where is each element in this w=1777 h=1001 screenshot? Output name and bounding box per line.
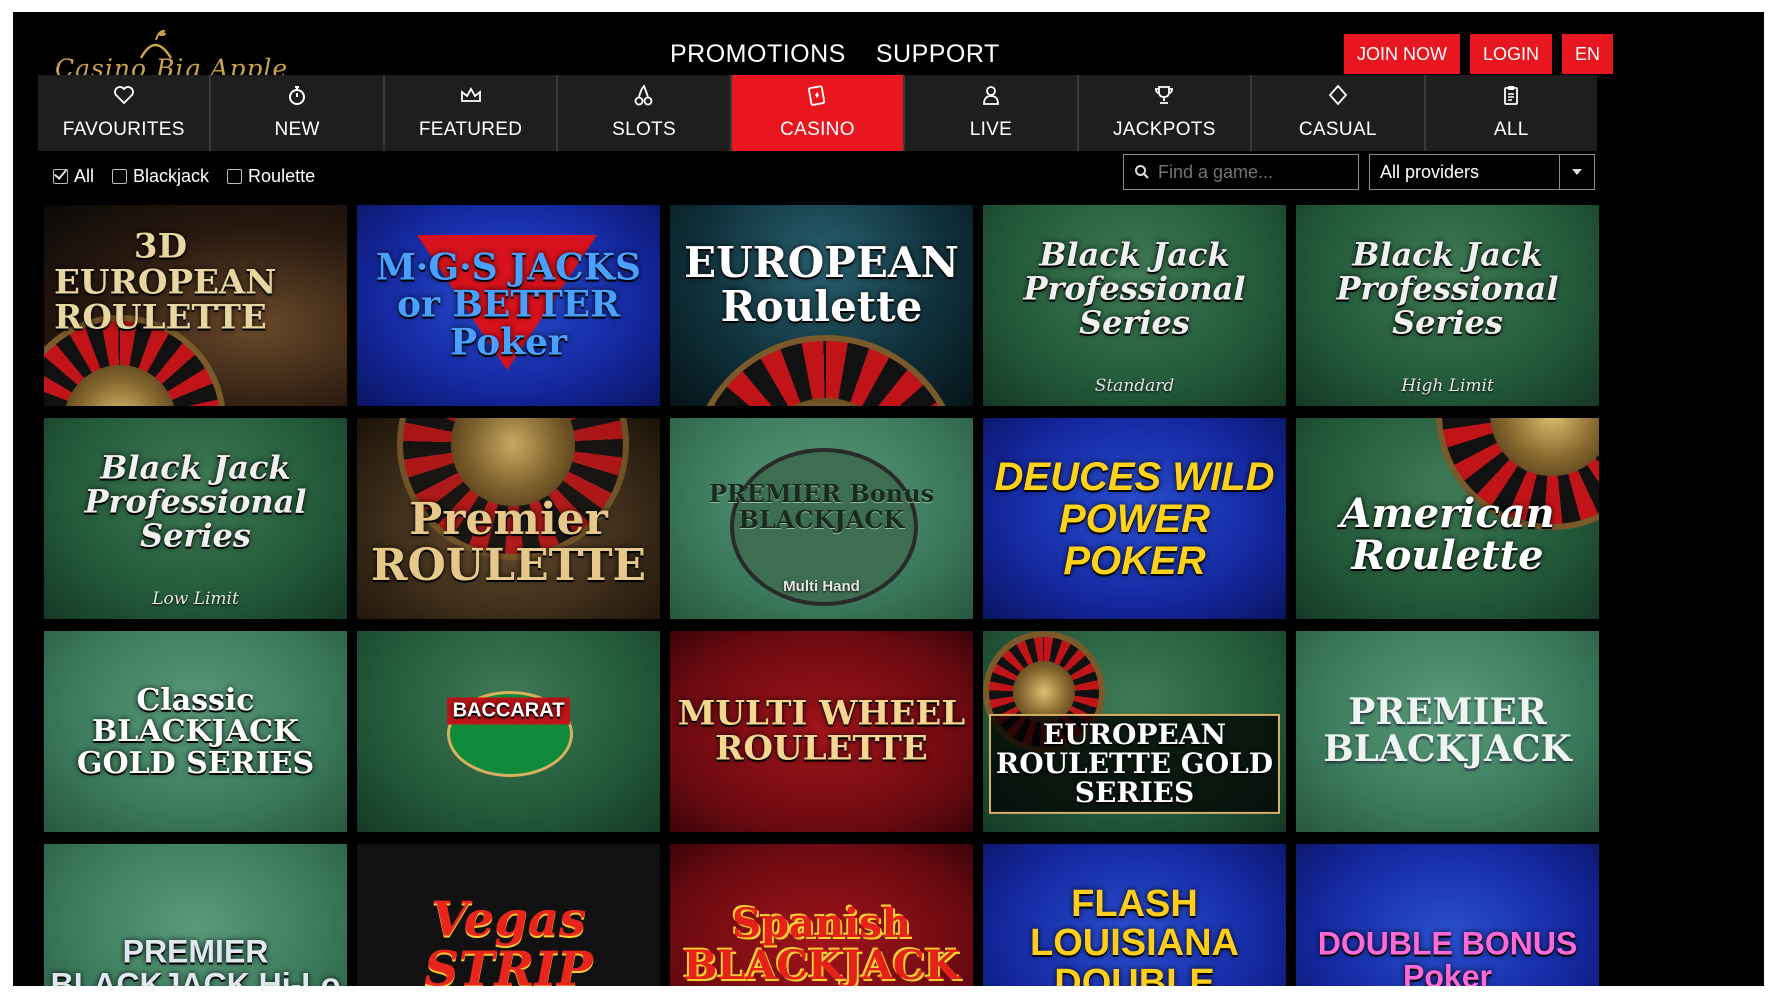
provider-value: All providers (1380, 161, 1480, 182)
nav-promotions-link[interactable]: PROMOTIONS (670, 40, 846, 69)
tab-casual[interactable]: CASUAL (1252, 75, 1426, 151)
casino-window: Casino Big Apple PROMOTIONS SUPPORT JOIN… (13, 12, 1764, 986)
stopwatch-icon (211, 83, 382, 109)
tab-label: FAVOURITES (62, 119, 185, 140)
game-title: Classic BLACKJACK GOLD SERIES (76, 682, 315, 781)
game-title: American Roulette (1340, 489, 1555, 579)
search-input[interactable] (1156, 160, 1350, 184)
tab-slots[interactable]: SLOTS (558, 75, 732, 151)
game-tile-european-roulette[interactable]: EUROPEAN Roulette (670, 205, 973, 406)
tab-jackpots[interactable]: JACKPOTS (1078, 75, 1253, 151)
game-search-box (1123, 154, 1359, 190)
game-subtitle: Standard (1094, 376, 1175, 396)
chevron-down-icon (1559, 155, 1594, 189)
game-tile-blackjack-professional-high-limit[interactable]: Black Jack Professional Series High Limi… (1296, 205, 1599, 406)
game-title: BACCARAT (447, 697, 570, 725)
game-filters: All Blackjack Roulette (53, 166, 315, 187)
game-title: FLASH LOUISIANA DOUBLE (1030, 882, 1239, 986)
game-title: M·G·S JACKS or BETTER Poker (375, 245, 642, 364)
checkbox-icon (53, 169, 68, 184)
filter-all-checkbox[interactable]: All (53, 166, 94, 187)
game-tile-premier-roulette[interactable]: Premier ROULETTE (357, 418, 660, 619)
login-button[interactable]: LOGIN (1470, 34, 1553, 74)
game-title: EUROPEAN ROULETTE GOLD SERIES (989, 713, 1280, 814)
game-subtitle: High Limit (1401, 376, 1494, 396)
tab-label: CASUAL (1298, 119, 1377, 140)
game-tile-premier-blackjack[interactable]: PREMIER BLACKJACK (1296, 631, 1599, 832)
game-title: Spanish BLACKJACK (683, 899, 960, 986)
game-title: DOUBLE BONUS Poker (1317, 924, 1578, 986)
game-title: PREMIER BLACKJACK (1323, 690, 1572, 771)
filter-roulette-checkbox[interactable]: Roulette (227, 166, 315, 187)
top-nav: PROMOTIONS SUPPORT (670, 40, 1000, 69)
game-tile-baccarat[interactable]: BACCARAT (357, 631, 660, 832)
filter-label: Roulette (248, 166, 316, 186)
game-tile-vegas-strip[interactable]: Vegas STRIP (357, 844, 660, 986)
game-tile-multi-wheel-roulette[interactable]: MULTI WHEEL ROULETTE (670, 631, 973, 832)
tab-label: CASINO (780, 119, 855, 140)
game-tile-3d-european-roulette[interactable]: 3D EUROPEAN ROULETTE (44, 205, 347, 406)
search-icon (1135, 165, 1149, 179)
filter-blackjack-checkbox[interactable]: Blackjack (112, 166, 209, 187)
game-title: Black Jack Professional Series (1336, 236, 1559, 342)
dealer-icon (905, 83, 1076, 109)
game-tile-spanish-blackjack[interactable]: Spanish BLACKJACK (670, 844, 973, 986)
provider-select[interactable]: All providers (1369, 154, 1595, 190)
nav-support-link[interactable]: SUPPORT (876, 40, 1000, 69)
join-now-button[interactable]: JOIN NOW (1344, 34, 1460, 74)
tab-label: FEATURED (418, 119, 523, 140)
game-grid: 3D EUROPEAN ROULETTE M·G·S JACKS or BETT… (44, 205, 1600, 986)
game-tile-flash-louisiana-double[interactable]: FLASH LOUISIANA DOUBLE (983, 844, 1286, 986)
game-title: MULTI WHEEL ROULETTE (677, 692, 966, 769)
game-title: Premier ROULETTE (370, 493, 647, 591)
game-title: PREMIER Bonus BLACKJACK (708, 479, 935, 534)
tab-label: JACKPOTS (1112, 119, 1216, 140)
tab-all[interactable]: ALL (1425, 75, 1597, 151)
tab-featured[interactable]: FEATURED (384, 75, 559, 151)
game-tile-european-roulette-gold[interactable]: EUROPEAN ROULETTE GOLD SERIES (983, 631, 1286, 832)
tab-label: LIVE (969, 119, 1013, 140)
tab-favourites[interactable]: FAVOURITES (38, 75, 212, 151)
language-button[interactable]: EN (1562, 34, 1614, 74)
game-tile-classic-blackjack-gold[interactable]: Classic BLACKJACK GOLD SERIES (44, 631, 347, 832)
cards-icon (732, 83, 903, 109)
header-buttons: JOIN NOW LOGIN EN (1344, 34, 1614, 74)
category-tabs: FAVOURITES NEW FEATURED SLOTS CASINO LIV… (38, 75, 1597, 151)
game-title: EUROPEAN Roulette (684, 238, 959, 332)
game-tile-jacks-or-better[interactable]: M·G·S JACKS or BETTER Poker (357, 205, 660, 406)
game-tile-blackjack-professional-standard[interactable]: Black Jack Professional Series Standard (983, 205, 1286, 406)
game-title: Vegas STRIP (424, 891, 593, 986)
diamond-icon (1252, 83, 1423, 109)
game-subtitle: Multi Hand (783, 578, 860, 595)
game-subtitle: Low Limit (152, 589, 239, 609)
game-tile-american-roulette[interactable]: American Roulette (1296, 418, 1599, 619)
filter-label: Blackjack (133, 166, 210, 186)
game-tile-premier-bonus-blackjack[interactable]: PREMIER Bonus BLACKJACK Multi Hand (670, 418, 973, 619)
tab-label: NEW (274, 119, 320, 140)
cherries-icon (558, 83, 729, 109)
tab-casino[interactable]: CASINO (731, 75, 906, 151)
game-tile-deuces-wild-power-poker[interactable]: DEUCES WILD POWER POKER (983, 418, 1286, 619)
tab-label: ALL (1493, 119, 1529, 140)
trophy-icon (1079, 83, 1250, 109)
heart-icon (38, 83, 209, 109)
checkbox-icon (227, 169, 243, 184)
game-title: 3D EUROPEAN ROULETTE (54, 226, 277, 338)
crown-icon (385, 83, 556, 109)
tab-label: SLOTS (612, 119, 676, 140)
game-title: Black Jack Professional Series (1023, 236, 1246, 342)
tab-new[interactable]: NEW (211, 75, 385, 151)
clipboard-icon (1426, 83, 1597, 109)
game-title: PREMIER BLACKJACK Hi-Lo (50, 933, 341, 986)
filter-label: All (74, 166, 95, 186)
checkbox-icon (112, 169, 128, 184)
game-tile-blackjack-professional-low-limit[interactable]: Black Jack Professional Series Low Limit (44, 418, 347, 619)
tab-live[interactable]: LIVE (905, 75, 1079, 151)
game-title: DEUCES WILD POWER POKER (994, 454, 1275, 583)
game-tile-premier-blackjack-hi-lo[interactable]: PREMIER BLACKJACK Hi-Lo (44, 844, 347, 986)
game-title: Black Jack Professional Series (84, 449, 307, 555)
game-tile-double-bonus-poker[interactable]: DOUBLE BONUS Poker (1296, 844, 1599, 986)
roulette-wheel-graphic (690, 335, 962, 406)
